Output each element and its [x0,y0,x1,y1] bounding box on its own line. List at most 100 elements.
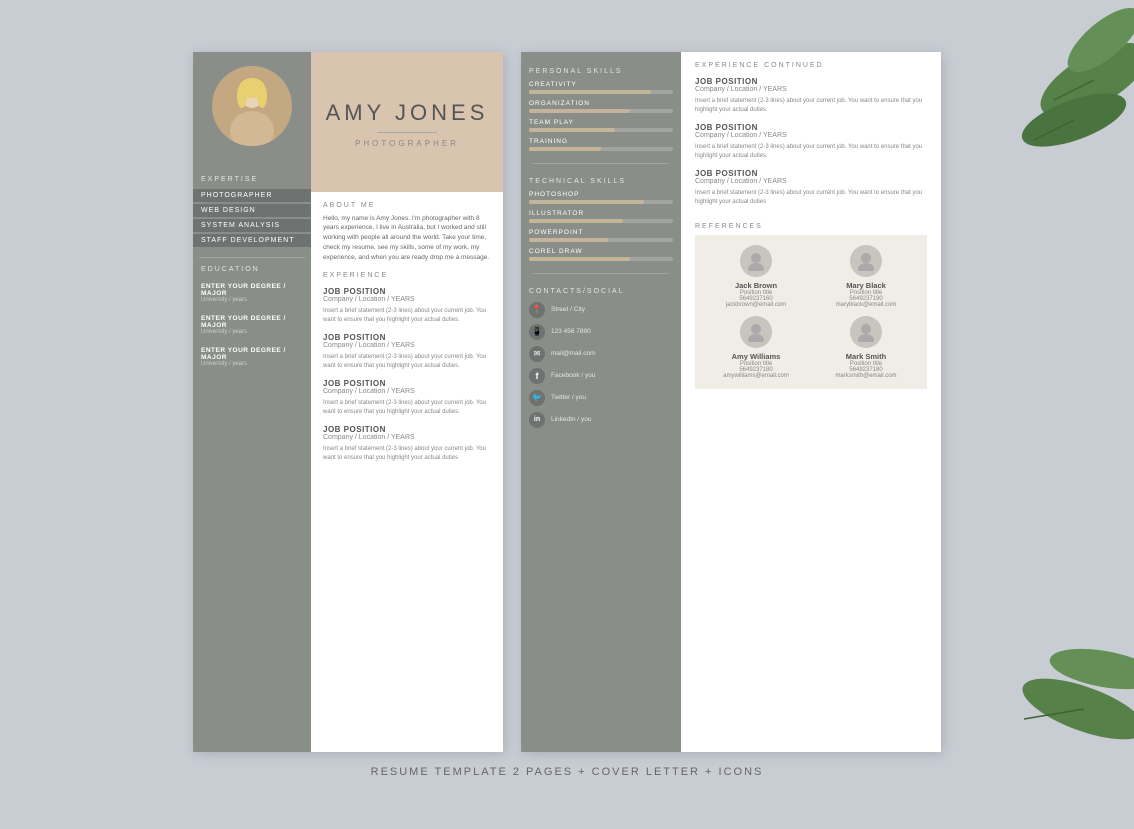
contact-email-text: mail@mail.com [551,350,596,357]
page2-content: EXPERIENCE CONTINUED JOB POSITION Compan… [681,52,941,752]
edu-item-2: ENTER YOUR DEGREE / MAJOR University / y… [193,311,311,343]
skill-bar-fill-ppt [529,238,608,242]
contact-email: ✉ mail@mail.com [521,343,681,365]
pages-wrapper: EXPERTISE PHOTOGRAPHER WEB DESIGN SYSTEM… [193,52,941,752]
job-title-4: JOB POSITION [323,425,491,434]
cont-job-title-2: JOB POSITION [695,123,927,132]
skill-bar-bg-ps [529,200,673,204]
exp-cont-job-1: JOB POSITION Company / Location / YEARS … [695,77,927,115]
job-desc-2: Insert a brief statement (2-3 lines) abo… [323,353,491,371]
resume-page2: PERSONAL SKILLS CREATIVITY ORGANIZATION … [521,52,941,752]
technical-skills-label: TECHNICAL SKILLS [521,172,681,189]
leaf-top-right-decoration [934,0,1134,250]
bottom-caption: RESUME TEMPLATE 2 PAGES + COVER LETTER +… [371,766,764,778]
skill-name-coreldraw: COREL DRAW [529,248,673,255]
contact-phone: 📱 123 456 7890 [521,321,681,343]
skill-bar-bg-ppt [529,238,673,242]
expertise-item-2: WEB DESIGN [193,204,311,217]
sidebar-divider-2 [533,163,669,164]
edu-sub-1: University / years [201,297,303,303]
contact-address-text: Street / City [551,306,585,313]
skill-bar-bg-org [529,109,673,113]
ref-name-3: Amy Williams [732,352,781,361]
skill-bar-fill-training [529,147,601,151]
background: EXPERTISE PHOTOGRAPHER WEB DESIGN SYSTEM… [0,0,1134,829]
job-company-4: Company / Location / YEARS [323,434,491,441]
contact-facebook-text: Facebook / you [551,372,595,379]
skill-name-powerpoint: POWERPOINT [529,229,673,236]
contact-phone-text: 123 456 7890 [551,328,591,335]
skill-bar-fill-org [529,109,630,113]
skill-bar-fill-team [529,128,615,132]
ref-item-4: Mark Smith Position title 5649237180 mar… [815,316,917,379]
exp-job-1: JOB POSITION Company / Location / YEARS … [323,287,491,325]
cont-job-title-3: JOB POSITION [695,169,927,178]
skill-name-photoshop: PHOTOSHOP [529,191,673,198]
skill-bar-fill-ai [529,219,623,223]
ref-item-3: Amy Williams Position title 5649237180 a… [705,316,807,379]
job-company-1: Company / Location / YEARS [323,296,491,303]
experience-continued-label: EXPERIENCE CONTINUED [695,62,927,69]
exp-job-3: JOB POSITION Company / Location / YEARS … [323,379,491,417]
ref-name-1: Jack Brown [735,281,777,290]
skill-name-organization: ORGANIZATION [529,100,673,107]
skill-bar-bg-ai [529,219,673,223]
cont-job-desc-3: Insert a brief statement (2-3 lines) abo… [695,189,927,207]
skill-bar-fill-cd [529,257,630,261]
phone-icon: 📱 [529,324,545,340]
skill-organization: ORGANIZATION [521,98,681,117]
ref-avatar-2 [850,245,882,277]
person-subtitle: PHOTOGRAPHER [355,139,459,148]
skill-name-creativity: CREATIVITY [529,81,673,88]
exp-job-4: JOB POSITION Company / Location / YEARS … [323,425,491,463]
skill-powerpoint: POWERPOINT [521,227,681,246]
location-icon: 📍 [529,302,545,318]
skill-bar-bg-creativity [529,90,673,94]
ref-email-4: marksmith@email.com [835,373,896,379]
skill-creativity: CREATIVITY [521,79,681,98]
job-title-3: JOB POSITION [323,379,491,388]
ref-item-2: Mary Black Position title 5649237190 mar… [815,245,917,308]
ref-avatar-3 [740,316,772,348]
profile-photo [212,66,292,146]
contact-facebook: f Facebook / you [521,365,681,387]
sidebar-divider-3 [533,273,669,274]
job-title-1: JOB POSITION [323,287,491,296]
cont-job-desc-1: Insert a brief statement (2-3 lines) abo… [695,97,927,115]
edu-sub-3: University / years [201,361,303,367]
edu-sub-2: University / years [201,329,303,335]
cont-job-title-1: JOB POSITION [695,77,927,86]
page1-body: ABOUT ME Hello, my name is Amy Jones. I'… [311,192,503,752]
twitter-icon: 🐦 [529,390,545,406]
sidebar-divider-1 [199,257,305,258]
contact-linkedin: in LinkedIn / you [521,409,681,431]
page1-content: AMY JONES PHOTOGRAPHER ABOUT ME Hello, m… [311,52,503,752]
references-grid: Jack Brown Position title 5649237160 jac… [695,235,927,389]
about-label: ABOUT ME [323,202,491,209]
page1-sidebar: EXPERTISE PHOTOGRAPHER WEB DESIGN SYSTEM… [193,52,311,752]
cont-job-company-2: Company / Location / YEARS [695,132,927,139]
edu-item-3: ENTER YOUR DEGREE / MAJOR University / y… [193,343,311,375]
facebook-icon: f [529,368,545,384]
expertise-item-4: STAFF DEVELOPMENT [193,234,311,247]
exp-cont-job-2: JOB POSITION Company / Location / YEARS … [695,123,927,161]
email-icon: ✉ [529,346,545,362]
edu-item-1: ENTER YOUR DEGREE / MAJOR University / y… [193,279,311,311]
page1-header: AMY JONES PHOTOGRAPHER [311,52,503,192]
skill-name-training: TRAINING [529,138,673,145]
contact-twitter: 🐦 Twitter / you [521,387,681,409]
ref-name-2: Mary Black [846,281,886,290]
job-desc-3: Insert a brief statement (2-3 lines) abo… [323,399,491,417]
education-label: EDUCATION [193,266,268,273]
edu-degree-2: ENTER YOUR DEGREE / MAJOR [201,315,303,329]
cont-job-company-1: Company / Location / YEARS [695,86,927,93]
ref-avatar-4 [850,316,882,348]
exp-cont-job-3: JOB POSITION Company / Location / YEARS … [695,169,927,207]
ref-email-3: amywilliams@email.com [723,373,789,379]
skill-coreldraw: COREL DRAW [521,246,681,265]
references-section: REFERENCES Jack Brown Position title [695,223,927,389]
job-company-3: Company / Location / YEARS [323,388,491,395]
job-company-2: Company / Location / YEARS [323,342,491,349]
ref-item-1: Jack Brown Position title 5649237160 jac… [705,245,807,308]
references-label: REFERENCES [695,223,927,230]
